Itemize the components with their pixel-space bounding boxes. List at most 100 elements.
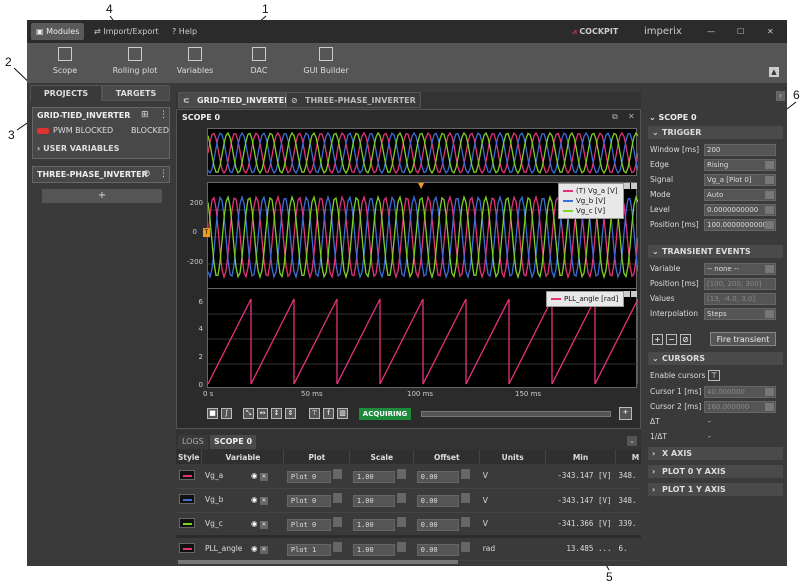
kebab-menu-icon[interactable]: ⋮ [159, 110, 168, 120]
hide-transient-icon[interactable]: ⊘ [680, 334, 691, 345]
ribbon-scope[interactable]: Scope [47, 47, 83, 75]
trigger-level-marker[interactable]: T [203, 228, 210, 237]
remove-icon[interactable]: ✕ [259, 472, 268, 481]
overview-plot[interactable] [207, 128, 639, 176]
ribbon-dac[interactable]: DAC [241, 47, 277, 75]
fft-icon[interactable]: f [323, 408, 334, 419]
section-cursors[interactable]: ⌄ CURSORS [648, 352, 783, 365]
popout-icon[interactable]: ⧉ [612, 112, 618, 122]
menu-import-export[interactable]: ⇄ Import/Export [89, 23, 164, 40]
close-icon[interactable]: ✕ [762, 23, 779, 40]
fire-transient-button[interactable]: Fire transient [710, 332, 776, 346]
setting-input[interactable]: 40.000000 [704, 386, 776, 398]
section-transient-events[interactable]: ⌄ TRANSIENT EVENTS [648, 245, 783, 258]
collapse-ribbon-icon[interactable]: ▲ [769, 67, 779, 77]
plot-select[interactable]: Plot 1 [283, 536, 350, 561]
tab-logs[interactable]: LOGS [178, 435, 208, 449]
remove-icon[interactable]: ✕ [259, 497, 268, 505]
tab-grid-tied-inverter[interactable]: ⊂ GRID-TIED_INVERTER [178, 92, 296, 108]
setting-input[interactable]: Auto [704, 189, 776, 201]
setting-input[interactable]: Rising [704, 159, 776, 171]
tab-projects[interactable]: PROJECTS [30, 85, 102, 101]
zoom-box-icon[interactable]: ⤡ [243, 408, 254, 419]
add-plot-icon[interactable]: + [619, 407, 632, 420]
plot-1[interactable]: PLL_angle [rad] [207, 288, 639, 388]
kebab-menu-icon-2[interactable]: ⋮ [159, 169, 168, 179]
user-variables-expander[interactable]: › USER VARIABLES [37, 144, 119, 153]
scale-field[interactable]: 1.00 [349, 512, 414, 537]
setting-input[interactable]: 160.000000 [704, 401, 776, 413]
section-plot1-y-axis[interactable]: › PLOT 1 Y AXIS [648, 483, 783, 496]
spinner-icon[interactable] [396, 541, 406, 552]
plot-select[interactable]: Plot 0 [283, 512, 350, 537]
tab-scope-0[interactable]: SCOPE 0 [210, 435, 257, 449]
section-x-axis[interactable]: › X AXIS [648, 447, 783, 460]
table-row[interactable]: Vg_b ◉ ✕ Plot 0 1.00 0.00 V -343.147 [V] 348. [176, 488, 641, 513]
remove-transient-icon[interactable]: − [666, 334, 677, 345]
histogram-icon[interactable]: ▥ [337, 408, 348, 419]
zoom-y-icon[interactable]: ↕ [271, 408, 282, 419]
trigger-position-marker-icon[interactable]: ▼ [418, 181, 424, 190]
spinner-icon[interactable] [396, 468, 406, 479]
legend-minimize-icon-2[interactable] [624, 291, 630, 297]
plot-select[interactable]: Plot 0 [283, 464, 350, 489]
section-plot0-y-axis[interactable]: › PLOT 0 Y AXIS [648, 465, 783, 478]
menu-modules[interactable]: ▣ Modules [31, 23, 85, 40]
scale-field[interactable]: 1.00 [349, 464, 414, 489]
remove-icon[interactable]: ✕ [259, 520, 268, 529]
setting-input[interactable]: [100, 200, 300] [704, 278, 776, 290]
offset-field[interactable]: 0.00 [413, 488, 480, 513]
table-row[interactable]: PLL_angle ◉ ✕ Plot 1 1.00 0.00 rad 13.485 ... 6… [176, 536, 641, 561]
ribbon-rolling-plot[interactable]: Rolling plot [105, 47, 165, 75]
setting-input[interactable]: 0.0000000000 [704, 204, 776, 216]
style-swatch[interactable] [176, 536, 202, 561]
tab-three-phase-inverter[interactable]: ⊘ THREE-PHASE_INVERTER [286, 92, 421, 108]
setting-input[interactable]: Steps [704, 308, 776, 320]
spinner-icon[interactable] [460, 493, 470, 503]
minimize-icon[interactable]: — [702, 23, 720, 40]
offset-field[interactable]: 0.00 [413, 536, 480, 561]
autoscale-icon[interactable]: ⇕ [285, 408, 296, 419]
spinner-icon[interactable] [460, 516, 470, 527]
add-project-button[interactable]: + [42, 189, 162, 203]
spinner-icon[interactable] [460, 541, 470, 552]
eye-icon[interactable]: ◉ [251, 544, 260, 553]
right-panel-toggle-icon[interactable]: › [776, 91, 785, 101]
legend-close-icon[interactable] [631, 183, 637, 189]
eye-icon[interactable]: ◉ [251, 495, 260, 504]
horizontal-scrollbar[interactable] [178, 560, 458, 564]
stop-icon[interactable]: ■ [207, 408, 218, 419]
section-trigger[interactable]: ⌄ TRIGGER [648, 126, 783, 139]
single-shot-icon[interactable]: ∫ [221, 408, 232, 419]
plot-0[interactable]: ▼ (T) Vg_a [V] Vg_b [V] Vg_c [V] [207, 181, 639, 290]
zoom-x-icon[interactable]: ↔ [257, 408, 268, 419]
project-grid-tied[interactable]: GRID-TIED_INVERTER ⊞ ⋮ PWM BLOCKED BLOCK… [32, 107, 170, 159]
spinner-icon[interactable] [396, 516, 406, 527]
ribbon-variables[interactable]: Variables [175, 47, 215, 75]
offset-field[interactable]: 0.00 [413, 464, 480, 489]
setting-input[interactable]: 100.0000000000 [704, 219, 776, 231]
style-swatch[interactable] [176, 512, 202, 537]
project-three-phase[interactable]: THREE-PHASE_INVERTER ⊘ ⋮ [32, 166, 170, 183]
style-swatch[interactable] [176, 464, 202, 489]
setting-input[interactable]: -- none -- [704, 263, 776, 275]
setting-input[interactable]: [13, -4.0, 3.0] [704, 293, 776, 305]
enable-cursors-toggle-icon[interactable]: ⊤ [708, 370, 720, 381]
eye-icon[interactable]: ◉ [251, 471, 260, 480]
maximize-icon[interactable]: ☐ [732, 23, 749, 40]
legend-close-icon-2[interactable] [631, 291, 637, 297]
offset-field[interactable]: 0.00 [413, 512, 480, 537]
menu-help[interactable]: ? Help [167, 23, 202, 40]
scale-field[interactable]: 1.00 [349, 488, 414, 513]
scale-field[interactable]: 1.00 [349, 536, 414, 561]
remove-icon[interactable]: ✕ [259, 545, 268, 554]
legend-minimize-icon[interactable] [624, 183, 630, 189]
ribbon-gui-builder[interactable]: GUI Builder [301, 47, 351, 75]
spinner-icon[interactable] [396, 493, 406, 503]
table-row[interactable]: Vg_a ◉ ✕ Plot 0 1.00 0.00 V -343.147 [V] 348. [176, 464, 641, 489]
table-row[interactable]: Vg_c ◉ ✕ Plot 0 1.00 0.00 V -341.366 [V] 339. [176, 512, 641, 537]
tab-targets[interactable]: TARGETS [102, 85, 170, 101]
plot-select[interactable]: Plot 0 [283, 488, 350, 513]
collapse-bottom-icon[interactable]: ⌄ [627, 436, 637, 446]
style-swatch[interactable] [176, 488, 202, 513]
